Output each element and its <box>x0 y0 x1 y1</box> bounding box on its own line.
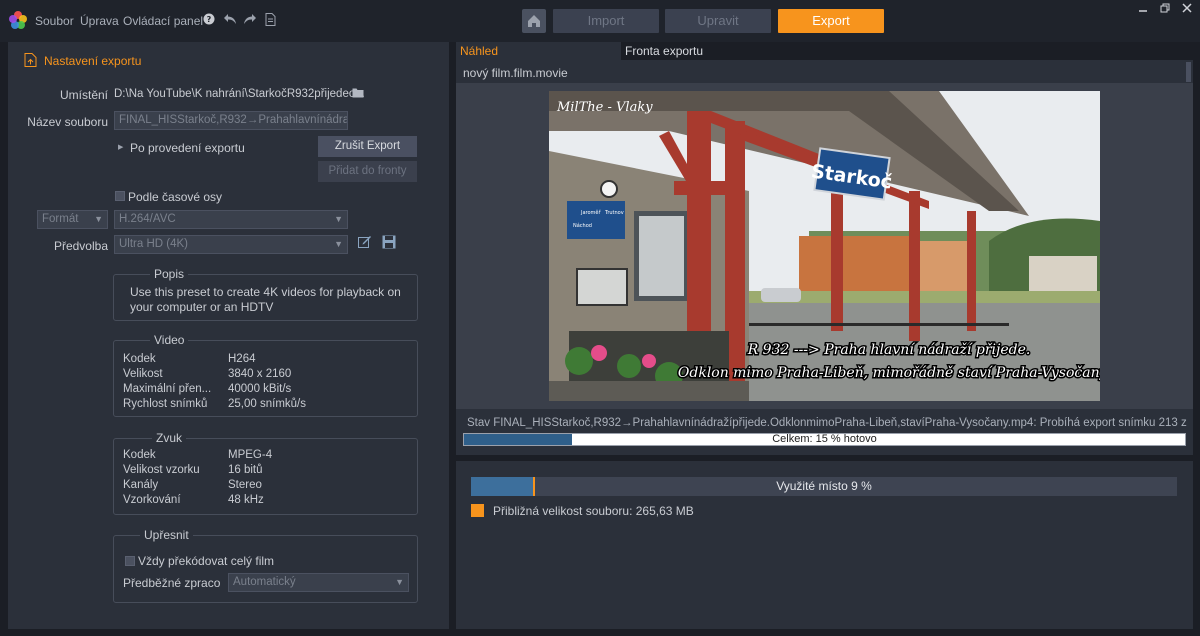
restore-icon[interactable] <box>1160 2 1170 16</box>
home-button[interactable] <box>522 9 546 33</box>
video-size-value: 3840 x 2160 <box>228 368 292 380</box>
railway-station-photo: Jaroměř Trutnov Náchod Starkoč MilThe - … <box>549 91 1100 401</box>
video-bitrate-label: Maximální přen... <box>123 383 212 395</box>
timeline-checkbox[interactable] <box>115 191 125 201</box>
svg-text:?: ? <box>207 15 212 24</box>
audio-channels-value: Stereo <box>228 479 262 491</box>
document-icon[interactable] <box>263 13 277 27</box>
export-settings-panel: Nastavení exportu Umístění D:\Na YouTube… <box>8 42 449 629</box>
video-size-label: Velikost <box>123 368 163 380</box>
video-title: Video <box>150 333 189 347</box>
add-to-queue-button[interactable]: Přidat do fronty <box>318 161 417 182</box>
cancel-export-button[interactable]: Zrušit Export <box>318 136 417 157</box>
export-button[interactable]: Export <box>778 9 884 33</box>
overlay-line-2: Odklon mimo Praha-Libeň, mimořádně staví… <box>678 365 1100 381</box>
chevron-down-icon: ▼ <box>334 239 343 249</box>
timeline-label: Podle časové osy <box>128 190 223 204</box>
preview-frame: Jaroměř Trutnov Náchod Starkoč MilThe - … <box>549 91 1100 401</box>
format-value: H.264/AVC <box>119 213 176 225</box>
import-button[interactable]: Import <box>553 9 659 33</box>
folder-icon[interactable] <box>352 87 364 101</box>
export-settings-icon <box>24 53 37 67</box>
export-settings-title: Nastavení exportu <box>44 54 142 68</box>
always-recode-checkbox[interactable] <box>125 556 135 566</box>
audio-channels-label: Kanály <box>123 479 159 491</box>
description-text: Use this preset to create 4K videos for … <box>130 285 401 314</box>
help-icon[interactable]: ? <box>202 13 216 27</box>
filename-input[interactable]: FINAL_HISStarkoč,R932→Prahahlavnínádraží… <box>114 111 348 130</box>
menu-uprava[interactable]: Úprava <box>80 14 119 28</box>
video-codec-label: Kodek <box>123 353 156 365</box>
save-preset-icon[interactable] <box>382 235 396 252</box>
chevron-down-icon: ▼ <box>334 214 343 224</box>
filename-label: Název souboru <box>27 115 108 129</box>
format-select[interactable]: Formát ▼ <box>37 210 108 229</box>
preview-area: Jaroměř Trutnov Náchod Starkoč MilThe - … <box>456 83 1193 409</box>
tab-preview[interactable]: Náhled <box>456 42 621 60</box>
after-export-label[interactable]: Po provedení exportu <box>130 141 245 155</box>
prerender-label: Předběžné zpraco <box>123 576 221 590</box>
close-icon[interactable] <box>1182 2 1192 16</box>
file-size-text: Přibližná velikost souboru: 265,63 MB <box>493 504 694 518</box>
video-bitrate-value: 40000 kBit/s <box>228 383 292 395</box>
prerender-value: Automatický <box>233 576 296 588</box>
small-sign-2: Trutnov <box>604 210 624 216</box>
refine-title: Upřesnit <box>140 528 193 542</box>
description-group: Popis Use this preset to create 4K video… <box>113 267 418 321</box>
menu-ovladaci-panel[interactable]: Ovládací panel <box>123 14 203 28</box>
audio-samplerate-label: Vzorkování <box>123 494 181 506</box>
prerender-select[interactable]: Automatický ▼ <box>228 573 409 592</box>
video-group: Video Kodek H264 Velikost 3840 x 2160 Ma… <box>113 333 418 417</box>
format-select-label: Formát <box>42 213 79 225</box>
menu-soubor[interactable]: Soubor <box>35 14 74 28</box>
small-sign-3: Náchod <box>573 222 592 229</box>
audio-sample-size-value: 16 bitů <box>228 464 263 476</box>
file-size-swatch <box>471 504 484 517</box>
export-status-text: Stav FINAL_HISStarkoč,R932→Prahahlavníná… <box>467 417 1189 429</box>
audio-codec-label: Kodek <box>123 449 156 461</box>
location-value: D:\Na YouTube\K nahrání\StarkočR932přije… <box>114 88 365 100</box>
app-logo-icon <box>9 11 27 29</box>
watermark-text: MilThe - Vlaky <box>556 100 653 115</box>
audio-sample-size-label: Velikost vzorku <box>123 464 200 476</box>
chevron-down-icon: ▼ <box>94 214 103 224</box>
disk-usage-text: Využité místo 9 % <box>776 479 872 493</box>
redo-icon[interactable] <box>243 13 257 27</box>
preset-select[interactable]: Ultra HD (4K) ▼ <box>114 235 348 254</box>
home-icon <box>528 15 540 27</box>
audio-title: Zvuk <box>152 431 187 445</box>
preset-value: Ultra HD (4K) <box>119 238 189 250</box>
description-title: Popis <box>150 267 189 281</box>
audio-group: Zvuk Kodek MPEG-4 Velikost vzorku 16 bit… <box>113 431 418 515</box>
refine-group: Upřesnit Vždy překódovat celý film Předb… <box>113 528 418 603</box>
movie-name: nový film.film.movie <box>463 66 568 80</box>
tab-export-queue[interactable]: Fronta exportu <box>621 42 821 60</box>
minimize-icon[interactable] <box>1138 2 1148 16</box>
edit-preset-icon[interactable] <box>358 235 372 251</box>
video-framerate-value: 25,00 snímků/s <box>228 398 306 410</box>
overlay-line-1: R 932 ---> Praha hlavní nádraží přijede. <box>747 341 1031 358</box>
top-bar: Soubor Úprava Ovládací panel ? Import Up… <box>0 0 1200 42</box>
audio-samplerate-value: 48 kHz <box>228 494 264 506</box>
storage-panel: Využité místo 9 % Přibližná velikost sou… <box>456 461 1193 629</box>
export-progress-bar: Celkem: 15 % hotovo <box>463 433 1186 446</box>
undo-icon[interactable] <box>223 13 237 27</box>
chevron-down-icon: ▼ <box>395 577 404 587</box>
small-sign-1: Jaroměř <box>580 209 601 216</box>
preset-label: Předvolba <box>53 239 108 253</box>
video-framerate-label: Rychlost snímků <box>123 398 208 410</box>
format-value-select[interactable]: H.264/AVC ▼ <box>114 210 348 229</box>
export-progress-text: Celkem: 15 % hotovo <box>772 433 877 445</box>
preview-panel: nový film.film.movie Jaroměř Trutnov Nác… <box>456 60 1193 455</box>
audio-codec-value: MPEG-4 <box>228 449 273 461</box>
scrollbar[interactable] <box>1186 62 1191 82</box>
disk-usage-bar: Využité místo 9 % <box>471 477 1177 496</box>
upravit-button[interactable]: Upravit <box>665 9 771 33</box>
location-label: Umístění <box>59 88 108 102</box>
expand-arrow-icon[interactable]: ▶ <box>118 143 123 151</box>
video-codec-value: H264 <box>228 353 256 365</box>
always-recode-label: Vždy překódovat celý film <box>138 554 275 568</box>
